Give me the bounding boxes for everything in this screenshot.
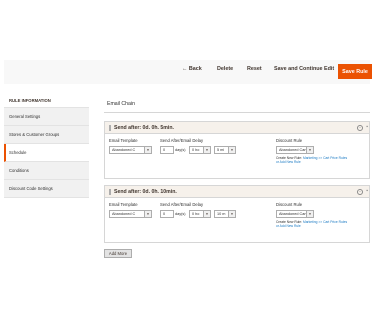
add-rule-helper: or Add New Rule <box>276 160 301 164</box>
trash-icon[interactable]: ▪ <box>366 188 368 194</box>
chevron-down-icon: ▼ <box>228 147 235 153</box>
hours-select[interactable]: 0 ho ▼ <box>189 210 211 218</box>
reset-button[interactable]: Reset <box>247 66 262 72</box>
days-label: day(s) <box>175 148 186 152</box>
chevron-down-icon: ▼ <box>144 147 151 153</box>
email-template-label: Email Template <box>109 202 138 207</box>
days-label: day(s) <box>175 212 186 216</box>
hours-value: 0 ho <box>192 212 200 216</box>
delay-label: Send After/Email Delay <box>160 202 204 207</box>
delete-button[interactable]: Delete <box>217 66 233 72</box>
chain-header[interactable]: Send after: 0d. 0h. 5min. − ▪ <box>105 122 369 134</box>
collapse-icon[interactable]: − <box>357 189 363 195</box>
days-input[interactable]: 0 <box>160 210 174 218</box>
minutes-select[interactable]: 10 m ▼ <box>214 210 236 218</box>
add-rule-helper: or Add New Rule <box>276 224 301 228</box>
discount-rule-select[interactable]: Abandoned Cart ▼ <box>276 146 314 154</box>
email-template-select[interactable]: Abandoned C ▼ <box>109 210 152 218</box>
add-more-button[interactable]: Add More <box>104 249 132 258</box>
cart-price-rules-link[interactable]: Marketing >> Cart Price Rules <box>303 156 347 160</box>
chain-body: Email Template Abandoned C ▼ Send After/… <box>105 134 369 178</box>
hours-select[interactable]: 0 ho ▼ <box>189 146 211 154</box>
save-rule-button[interactable]: Save Rule <box>338 64 372 79</box>
chevron-down-icon: ▼ <box>306 211 313 217</box>
chevron-down-icon: ▼ <box>144 211 151 217</box>
discount-rule-value: Abandoned Cart <box>279 148 307 152</box>
sidebar-item-discount-code-settings[interactable]: Discount Code Settings <box>4 180 89 198</box>
sidebar: RULE INFORMATION General Settings Stores… <box>4 94 89 198</box>
email-template-select[interactable]: Abandoned C ▼ <box>109 146 152 154</box>
drag-handle-icon[interactable] <box>109 125 111 131</box>
drag-handle-icon[interactable] <box>109 189 111 195</box>
section-title: Email Chain <box>107 101 135 107</box>
hours-value: 0 ho <box>192 148 200 152</box>
discount-rule-value: Abandoned Cart <box>279 212 307 216</box>
chevron-down-icon: ▼ <box>203 211 210 217</box>
chevron-down-icon: ▼ <box>306 147 313 153</box>
email-template-value: Abandoned C <box>112 148 136 152</box>
sidebar-title: RULE INFORMATION <box>4 94 89 108</box>
minutes-value: 5 mi <box>217 148 225 152</box>
email-template-label: Email Template <box>109 138 138 143</box>
delay-label: Send After/Email Delay <box>160 138 204 143</box>
sidebar-item-conditions[interactable]: Conditions <box>4 162 89 180</box>
sidebar-item-stores-customer-groups[interactable]: Stores & Customer Groups <box>4 126 89 144</box>
email-template-value: Abandoned C <box>112 212 136 216</box>
chain-title: Send after: 0d. 0h. 5min. <box>114 125 174 131</box>
collapse-icon[interactable]: − <box>357 125 363 131</box>
chain-title: Send after: 0d. 0h. 10min. <box>114 189 177 195</box>
email-chain-block: Send after: 0d. 0h. 10min. − ▪ Email Tem… <box>104 185 370 243</box>
add-new-rule-link[interactable]: or Add New Rule <box>276 160 301 164</box>
chevron-down-icon: ▼ <box>228 211 235 217</box>
chain-header[interactable]: Send after: 0d. 0h. 10min. − ▪ <box>105 186 369 198</box>
page-actions-bar <box>4 60 370 84</box>
add-new-rule-link[interactable]: or Add New Rule <box>276 224 301 228</box>
discount-rule-select[interactable]: Abandoned Cart ▼ <box>276 210 314 218</box>
chain-body: Email Template Abandoned C ▼ Send After/… <box>105 198 369 242</box>
sidebar-item-schedule[interactable]: Schedule <box>4 144 89 162</box>
save-and-continue-button[interactable]: Save and Continue Edit <box>274 66 334 72</box>
sidebar-item-general-settings[interactable]: General Settings <box>4 108 89 126</box>
trash-icon[interactable]: ▪ <box>366 124 368 130</box>
minutes-select[interactable]: 5 mi ▼ <box>214 146 236 154</box>
days-input[interactable]: 0 <box>160 146 174 154</box>
discount-rule-label: Discount Rule <box>276 138 303 143</box>
email-chain-block: Send after: 0d. 0h. 5min. − ▪ Email Temp… <box>104 121 370 179</box>
discount-rule-label: Discount Rule <box>276 202 303 207</box>
back-button[interactable]: ← Back <box>182 66 202 72</box>
minutes-value: 10 m <box>217 212 226 216</box>
section-divider <box>104 112 370 113</box>
cart-price-rules-link[interactable]: Marketing >> Cart Price Rules <box>303 220 347 224</box>
chevron-down-icon: ▼ <box>203 147 210 153</box>
